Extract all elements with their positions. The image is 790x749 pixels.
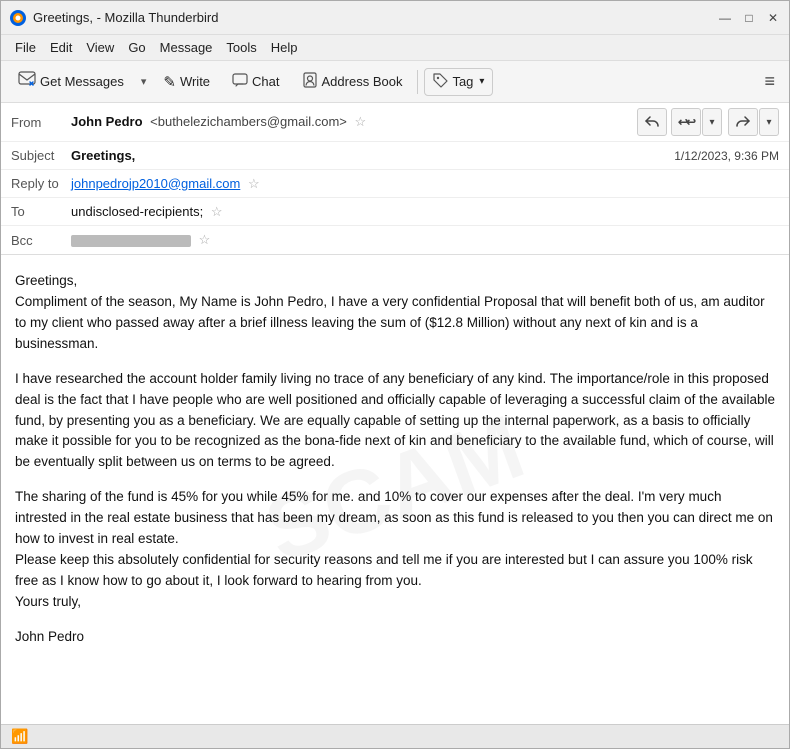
bcc-address-blurred bbox=[71, 235, 191, 247]
subject-text: Greetings, bbox=[71, 148, 135, 163]
tag-button[interactable]: Tag ▾ bbox=[424, 68, 493, 96]
chat-button[interactable]: Chat bbox=[223, 68, 288, 95]
body-paragraph-1: Greetings, Compliment of the season, My … bbox=[15, 271, 775, 355]
bcc-label: Bcc bbox=[11, 233, 71, 248]
app-logo bbox=[9, 9, 27, 27]
forward-icon bbox=[736, 114, 750, 130]
chat-icon bbox=[232, 73, 248, 90]
tag-icon bbox=[433, 73, 448, 91]
to-row: To undisclosed-recipients; ☆ bbox=[1, 198, 789, 226]
reply-all-button[interactable]: ↩↩ bbox=[671, 108, 701, 136]
close-button[interactable]: ✕ bbox=[765, 10, 781, 26]
maximize-button[interactable]: □ bbox=[741, 10, 757, 26]
from-value: John Pedro <buthelezichambers@gmail.com>… bbox=[71, 114, 637, 130]
from-email: <buthelezichambers@gmail.com> bbox=[150, 114, 347, 129]
main-content: From John Pedro <buthelezichambers@gmail… bbox=[1, 103, 789, 748]
forward-button[interactable] bbox=[728, 108, 758, 136]
toolbar: Get Messages ▾ ✎ Write Chat bbox=[1, 61, 789, 103]
menu-tools[interactable]: Tools bbox=[220, 38, 262, 57]
write-icon: ✎ bbox=[163, 73, 176, 91]
status-icon: 📶 bbox=[11, 728, 28, 745]
main-window: Greetings, - Mozilla Thunderbird — □ ✕ F… bbox=[0, 0, 790, 749]
to-star-icon[interactable]: ☆ bbox=[211, 204, 223, 219]
from-row: From John Pedro <buthelezichambers@gmail… bbox=[1, 103, 789, 142]
header-actions: ↩↩ ▾ ▾ bbox=[637, 108, 779, 136]
write-button[interactable]: ✎ Write bbox=[154, 68, 219, 96]
email-content: Greetings, Compliment of the season, My … bbox=[15, 271, 775, 648]
address-book-label: Address Book bbox=[322, 74, 403, 89]
subject-value: Greetings, bbox=[71, 148, 674, 163]
from-name: John Pedro bbox=[71, 114, 143, 129]
more-actions-dropdown[interactable]: ▾ bbox=[759, 108, 779, 136]
reply-icon bbox=[645, 114, 659, 130]
minimize-button[interactable]: — bbox=[717, 10, 733, 26]
menu-bar: File Edit View Go Message Tools Help bbox=[1, 35, 789, 61]
title-bar-left: Greetings, - Mozilla Thunderbird bbox=[9, 9, 218, 27]
reply-all-icon: ↩↩ bbox=[678, 115, 694, 129]
bcc-value: ☆ bbox=[71, 232, 779, 248]
status-bar: 📶 bbox=[1, 724, 789, 748]
menu-go[interactable]: Go bbox=[122, 38, 151, 57]
reply-to-row: Reply to johnpedrojp2010@gmail.com ☆ bbox=[1, 170, 789, 198]
tag-label: Tag bbox=[452, 74, 473, 89]
address-book-icon bbox=[302, 72, 318, 91]
reply-dropdown[interactable]: ▾ bbox=[702, 108, 722, 136]
subject-row: Subject Greetings, 1/12/2023, 9:36 PM bbox=[1, 142, 789, 170]
email-body: SCAM Greetings, Compliment of the season… bbox=[1, 255, 789, 724]
to-value: undisclosed-recipients; ☆ bbox=[71, 204, 779, 220]
reply-to-label: Reply to bbox=[11, 176, 71, 191]
title-bar-controls: — □ ✕ bbox=[717, 10, 781, 26]
to-label: To bbox=[11, 204, 71, 219]
hamburger-menu[interactable]: ≡ bbox=[758, 67, 781, 96]
subject-label: Subject bbox=[11, 148, 71, 163]
to-address: undisclosed-recipients; bbox=[71, 204, 203, 219]
get-messages-icon bbox=[18, 71, 36, 92]
from-star-icon[interactable]: ☆ bbox=[355, 114, 367, 129]
menu-view[interactable]: View bbox=[80, 38, 120, 57]
menu-edit[interactable]: Edit bbox=[44, 38, 78, 57]
tag-dropdown-icon: ▾ bbox=[479, 76, 484, 87]
email-date: 1/12/2023, 9:36 PM bbox=[674, 149, 779, 163]
chat-label: Chat bbox=[252, 74, 279, 89]
reply-to-value: johnpedrojp2010@gmail.com ☆ bbox=[71, 176, 779, 192]
title-bar: Greetings, - Mozilla Thunderbird — □ ✕ bbox=[1, 1, 789, 35]
body-paragraph-2: I have researched the account holder fam… bbox=[15, 369, 775, 474]
get-messages-label: Get Messages bbox=[40, 74, 124, 89]
body-paragraph-3: The sharing of the fund is 45% for you w… bbox=[15, 487, 775, 613]
menu-file[interactable]: File bbox=[9, 38, 42, 57]
get-messages-button[interactable]: Get Messages bbox=[9, 66, 133, 97]
reply-to-star-icon[interactable]: ☆ bbox=[248, 176, 260, 191]
from-label: From bbox=[11, 115, 71, 130]
menu-help[interactable]: Help bbox=[265, 38, 304, 57]
menu-message[interactable]: Message bbox=[154, 38, 219, 57]
email-header: From John Pedro <buthelezichambers@gmail… bbox=[1, 103, 789, 255]
toolbar-separator bbox=[417, 70, 418, 94]
address-book-button[interactable]: Address Book bbox=[293, 67, 412, 96]
body-paragraph-4: John Pedro bbox=[15, 627, 775, 648]
write-label: Write bbox=[180, 74, 210, 89]
bcc-star-icon[interactable]: ☆ bbox=[199, 232, 211, 247]
reply-to-address: johnpedrojp2010@gmail.com bbox=[71, 176, 240, 191]
reply-button[interactable] bbox=[637, 108, 667, 136]
get-messages-dropdown[interactable]: ▾ bbox=[137, 70, 151, 93]
window-title: Greetings, - Mozilla Thunderbird bbox=[33, 10, 218, 25]
bcc-row: Bcc ☆ bbox=[1, 226, 789, 254]
